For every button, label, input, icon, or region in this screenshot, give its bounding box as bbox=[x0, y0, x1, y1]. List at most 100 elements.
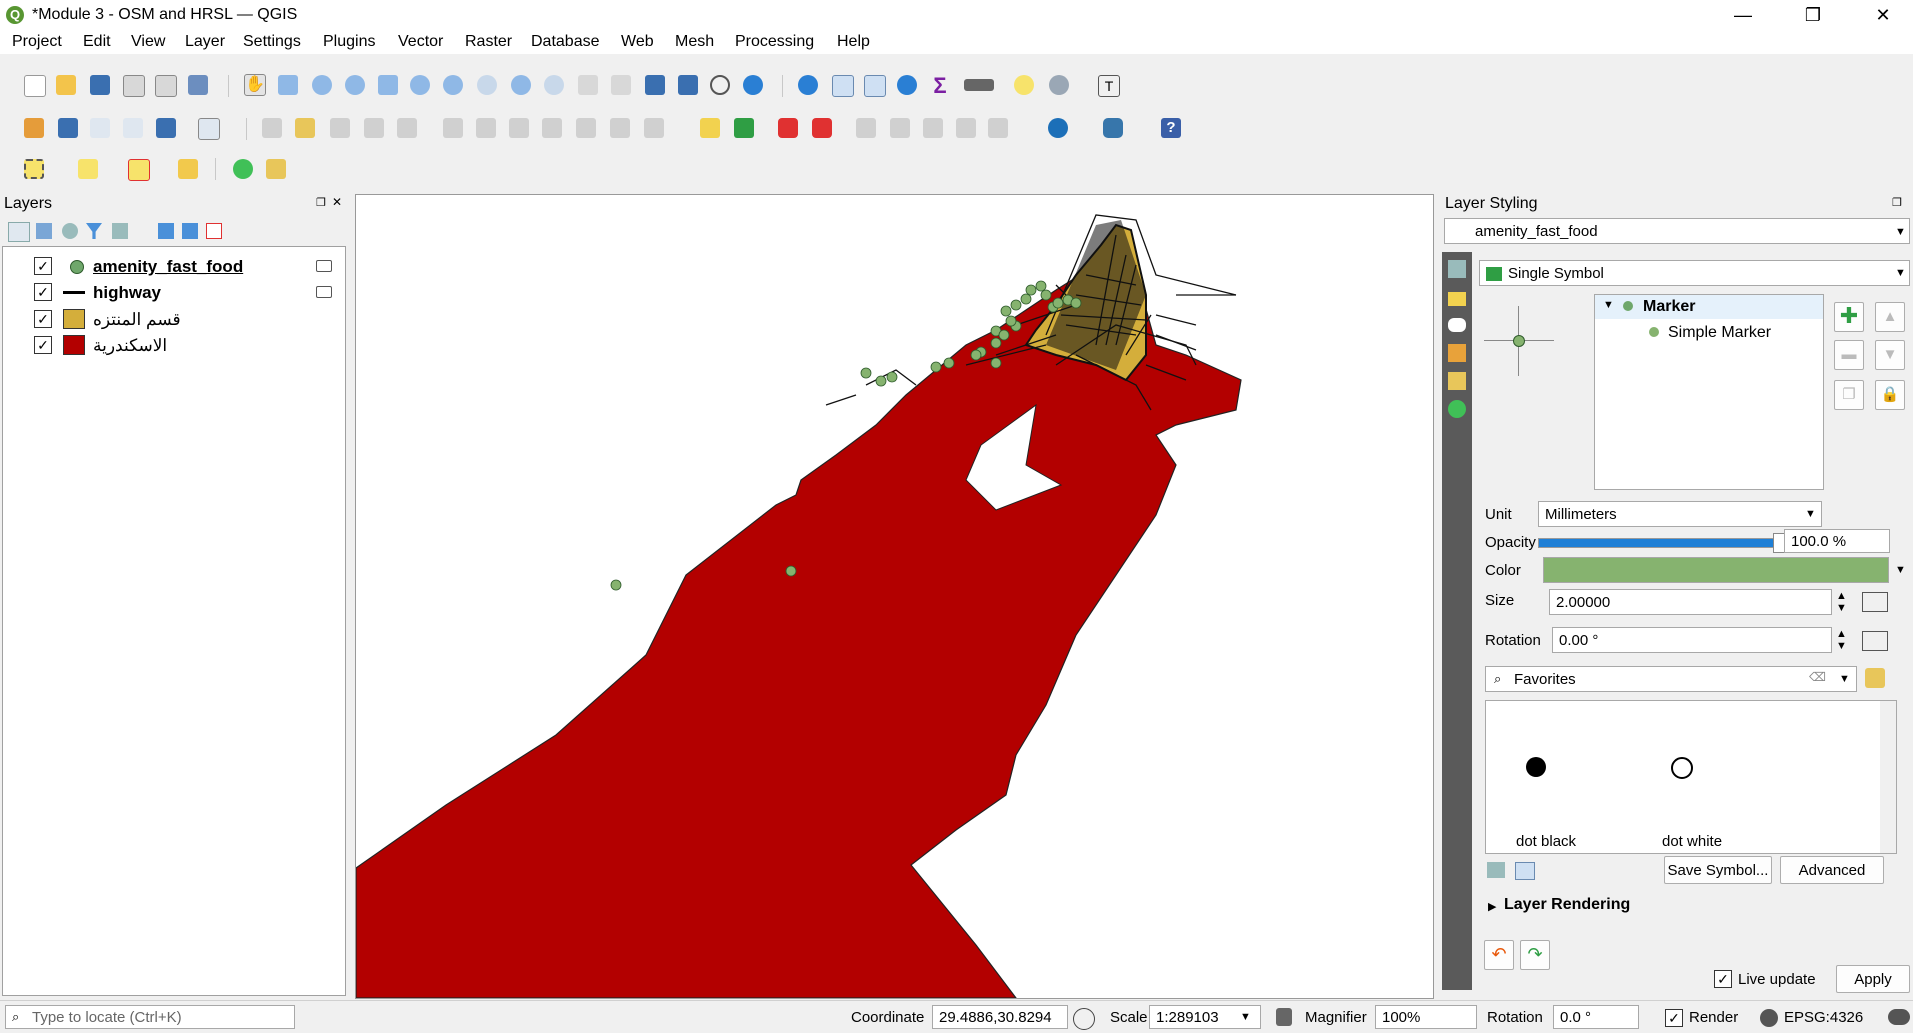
menu-layer[interactable]: Layer bbox=[185, 33, 225, 51]
chevron-down-icon[interactable]: ▼ bbox=[1895, 267, 1906, 279]
chevron-down-icon[interactable]: ▼ bbox=[1240, 1011, 1251, 1023]
save-edits-icon[interactable] bbox=[330, 118, 350, 138]
remove-symbol-layer-button[interactable]: ▬ bbox=[1834, 340, 1864, 370]
layer-visibility-checkbox[interactable]: ✓ bbox=[34, 283, 52, 301]
filter-legend-icon[interactable] bbox=[86, 223, 102, 239]
new-3d-map-icon[interactable] bbox=[611, 75, 631, 95]
layer-diagram-icon[interactable] bbox=[734, 118, 754, 138]
new-project-icon[interactable] bbox=[24, 75, 46, 97]
layer-row-amenity-fast-food[interactable]: ✓ amenity_fast_food bbox=[3, 254, 343, 280]
chevron-right-icon[interactable]: ▶ bbox=[1488, 900, 1496, 913]
unit-select[interactable]: Millimeters bbox=[1538, 501, 1822, 527]
live-update-checkbox[interactable]: ✓ bbox=[1714, 970, 1732, 988]
save-project-icon[interactable] bbox=[90, 75, 110, 95]
menu-settings[interactable]: Settings bbox=[243, 33, 301, 51]
layer-select-combo[interactable]: amenity_fast_food bbox=[1444, 218, 1910, 244]
dot-white-symbol[interactable] bbox=[1671, 757, 1693, 779]
color-button[interactable] bbox=[1543, 557, 1889, 583]
symbol-list-scrollbar[interactable] bbox=[1880, 701, 1896, 853]
close-button[interactable]: ✕ bbox=[1853, 0, 1913, 30]
refresh-icon[interactable] bbox=[743, 75, 763, 95]
size-spinbox[interactable]: 2.00000 bbox=[1549, 589, 1832, 615]
undo-icon[interactable] bbox=[610, 118, 630, 138]
zoom-native-icon[interactable] bbox=[477, 75, 497, 95]
map-canvas[interactable] bbox=[355, 194, 1434, 999]
style-manager-icon[interactable] bbox=[1865, 668, 1885, 688]
new-virtual-layer-icon[interactable] bbox=[156, 118, 176, 138]
filter-expression-icon[interactable] bbox=[112, 223, 128, 239]
temporal-controller-icon[interactable] bbox=[710, 75, 730, 95]
layer-visibility-checkbox[interactable]: ✓ bbox=[34, 336, 52, 354]
deselect-features-icon[interactable] bbox=[128, 159, 150, 181]
save-symbol-button[interactable]: Save Symbol... bbox=[1664, 856, 1772, 884]
layer-visibility-checkbox[interactable]: ✓ bbox=[34, 310, 52, 328]
web-globe-icon[interactable] bbox=[1048, 118, 1068, 138]
messages-icon[interactable] bbox=[1888, 1009, 1910, 1025]
map-tips-icon[interactable] bbox=[1014, 75, 1034, 95]
labels-tab-icon[interactable] bbox=[1448, 292, 1466, 306]
layer-row-montazah[interactable]: ✓ قسم المنتزه bbox=[3, 307, 343, 333]
menu-project[interactable]: Project bbox=[12, 33, 62, 51]
opacity-slider[interactable] bbox=[1538, 533, 1785, 553]
panel-scrollbar[interactable] bbox=[1897, 695, 1913, 855]
select-by-expression-icon[interactable] bbox=[78, 159, 98, 179]
layer-row-highway[interactable]: ✓ highway bbox=[3, 280, 343, 306]
select-features-icon[interactable] bbox=[24, 159, 44, 179]
zoom-next-icon[interactable] bbox=[544, 75, 564, 95]
undo-button[interactable]: ↶ bbox=[1484, 940, 1514, 970]
pin-labels-icon[interactable] bbox=[778, 118, 798, 138]
show-unplaced-labels-icon[interactable] bbox=[988, 118, 1008, 138]
panel-close-icon[interactable]: ✕ bbox=[332, 195, 342, 209]
new-map-view-icon[interactable] bbox=[578, 75, 598, 95]
symbol-search-input[interactable]: Favorites bbox=[1485, 666, 1857, 692]
attribute-table-icon[interactable] bbox=[832, 75, 854, 97]
move-label-icon[interactable] bbox=[856, 118, 876, 138]
data-defined-override-icon[interactable] bbox=[1862, 631, 1888, 651]
label-properties-icon[interactable] bbox=[956, 118, 976, 138]
menu-web[interactable]: Web bbox=[621, 33, 654, 51]
rotation-stepper[interactable]: ▲ ▼ bbox=[1836, 628, 1847, 652]
locator-search-input[interactable]: Type to locate (Ctrl+K) bbox=[5, 1005, 295, 1029]
expand-all-icon[interactable] bbox=[158, 223, 174, 239]
zoom-to-layer-icon[interactable] bbox=[443, 75, 463, 95]
layer-rendering-header[interactable]: Layer Rendering bbox=[1504, 896, 1630, 914]
menu-database[interactable]: Database bbox=[531, 33, 600, 51]
lock-color-button[interactable]: 🔒 bbox=[1875, 380, 1905, 410]
new-bookmark-icon[interactable] bbox=[645, 75, 665, 95]
show-bookmarks-icon[interactable] bbox=[678, 75, 698, 95]
chevron-down-icon[interactable]: ▼ bbox=[1895, 564, 1906, 576]
pan-map-icon[interactable]: ✋ bbox=[244, 74, 266, 96]
select-location-icon[interactable] bbox=[178, 159, 198, 179]
paste-features-icon[interactable] bbox=[576, 118, 596, 138]
layer-row-alexandria[interactable]: ✓ الاسكندرية bbox=[3, 333, 343, 359]
menu-help[interactable]: Help bbox=[837, 33, 870, 51]
modify-attributes-icon[interactable] bbox=[443, 118, 463, 138]
redo-button[interactable]: ↷ bbox=[1520, 940, 1550, 970]
text-annotation-icon[interactable]: T bbox=[1098, 75, 1120, 97]
apply-button[interactable]: Apply bbox=[1836, 965, 1910, 993]
layout-manager-icon[interactable] bbox=[155, 75, 177, 97]
crs-globe-icon[interactable] bbox=[1760, 1009, 1778, 1027]
move-up-button[interactable]: ▲ bbox=[1875, 302, 1905, 332]
field-calculator-tool-icon[interactable] bbox=[266, 159, 286, 179]
clear-search-icon[interactable]: ⌫ bbox=[1809, 670, 1826, 684]
measure-icon[interactable] bbox=[964, 79, 994, 91]
new-shapefile-layer-icon[interactable] bbox=[90, 118, 110, 138]
menu-processing[interactable]: Processing bbox=[735, 33, 814, 51]
layer-visibility-checkbox[interactable]: ✓ bbox=[34, 257, 52, 275]
add-feature-icon[interactable] bbox=[364, 118, 384, 138]
lock-scale-icon[interactable] bbox=[1276, 1008, 1292, 1026]
diagrams-tab-icon[interactable] bbox=[1448, 372, 1466, 390]
symbology-tab-icon[interactable] bbox=[1448, 260, 1466, 278]
size-stepper[interactable]: ▲ ▼ bbox=[1836, 590, 1847, 614]
tree-item-simple-marker[interactable]: Simple Marker bbox=[1595, 321, 1823, 345]
remove-layer-icon[interactable] bbox=[206, 223, 222, 239]
statistical-summary-icon[interactable]: Σ bbox=[930, 73, 950, 98]
add-group-icon[interactable] bbox=[36, 223, 52, 239]
data-source-manager-icon[interactable] bbox=[24, 118, 44, 138]
menu-edit[interactable]: Edit bbox=[83, 33, 111, 51]
panel-float-icon[interactable]: ❐ bbox=[316, 196, 326, 209]
open-project-icon[interactable] bbox=[56, 75, 76, 95]
current-edits-icon[interactable] bbox=[262, 118, 282, 138]
chevron-down-icon[interactable]: ▼ bbox=[1805, 508, 1816, 520]
